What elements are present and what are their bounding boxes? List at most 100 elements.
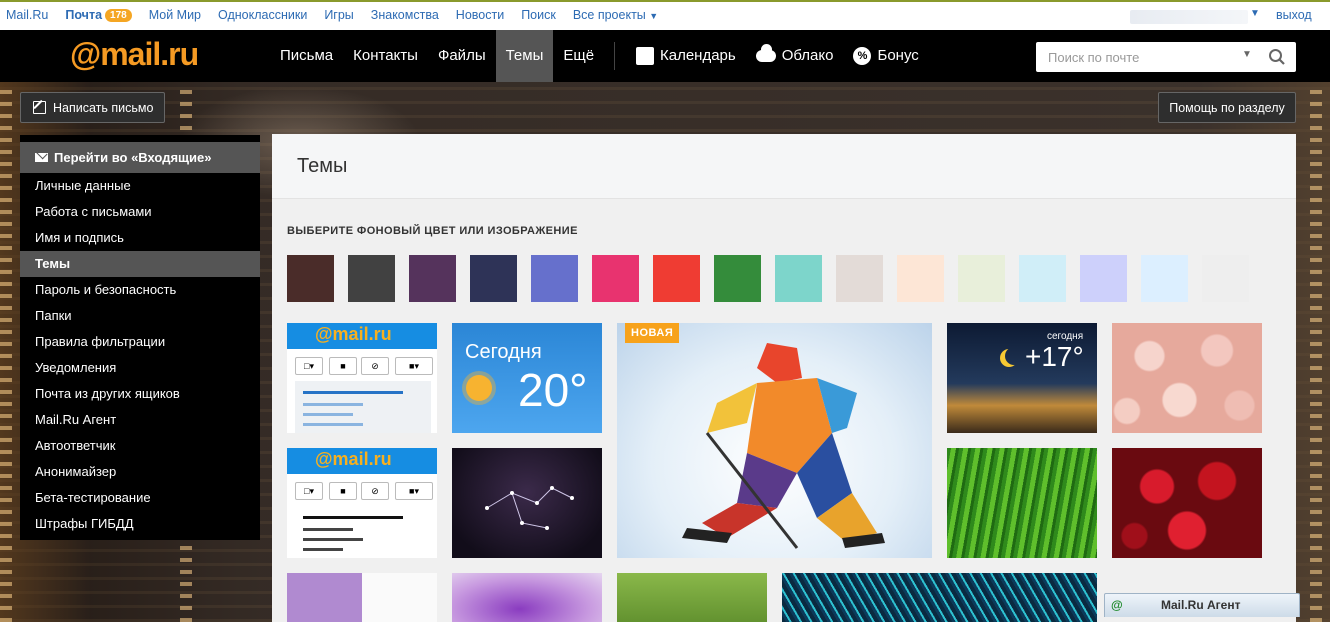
cloud-icon [755, 44, 776, 62]
preview-checkbox-button: □▾ [295, 357, 323, 375]
panel-header [272, 134, 1296, 199]
main-nav: Письма Контакты Файлы Темы Ещё [270, 30, 604, 82]
color-swatch[interactable] [714, 255, 761, 302]
portal-link-moymir[interactable]: Мой Мир [149, 8, 201, 22]
preview-line [303, 538, 363, 541]
theme-tile-weather-night[interactable]: сегодня +17° [947, 323, 1097, 433]
constellation-image [485, 486, 574, 530]
mailru-agent-bar[interactable]: @ Mail.Ru Агент [1104, 593, 1300, 617]
color-swatch[interactable] [409, 255, 456, 302]
color-swatch[interactable] [958, 255, 1005, 302]
theme-tile-grass[interactable] [947, 448, 1097, 558]
nav-themes[interactable]: Темы [495, 30, 554, 82]
sidebar-item-security[interactable]: Пароль и безопасность [20, 277, 260, 303]
portal-link-mail[interactable]: Почта 178 [65, 8, 132, 22]
color-swatch[interactable] [1202, 255, 1249, 302]
sun-icon [466, 375, 492, 401]
theme-tile-hockey[interactable]: НОВАЯ [617, 323, 932, 558]
moon-icon [1005, 347, 1023, 365]
sidebar-item-beta[interactable]: Бета-тестирование [20, 485, 260, 511]
search-input[interactable] [1046, 49, 1240, 66]
chevron-down-icon[interactable]: ▼ [1250, 8, 1260, 19]
color-swatch[interactable] [348, 255, 395, 302]
nav-cloud[interactable]: Облако [755, 30, 834, 82]
preview-logo: @mail.ru [315, 449, 392, 469]
color-swatch[interactable] [1019, 255, 1066, 302]
portal-links: Mail.Ru Почта 178 Мой Мир Одноклассники И… [6, 8, 675, 22]
portal-link-mailru[interactable]: Mail.Ru [6, 8, 48, 22]
color-swatch[interactable] [1141, 255, 1188, 302]
nav-more[interactable]: Ещё [553, 30, 604, 82]
preview-line [303, 403, 363, 406]
trash-icon: ■ [329, 482, 357, 500]
logout-link[interactable]: выход [1276, 8, 1312, 22]
sidebar-item-filters[interactable]: Правила фильтрации [20, 329, 260, 355]
sidebar-item-themes[interactable]: Темы [20, 251, 260, 277]
calendar-icon: 27 [636, 33, 654, 65]
weather-temp: 20° [518, 364, 588, 416]
sidebar-item-other-mailboxes[interactable]: Почта из других ящиков [20, 381, 260, 407]
nav-bonus-label: Бонус [877, 47, 919, 64]
color-swatch[interactable] [897, 255, 944, 302]
sidebar-item-folders[interactable]: Папки [20, 303, 260, 329]
mailru-logo[interactable]: @mail.ru [70, 36, 199, 73]
account-email[interactable] [1130, 10, 1248, 24]
portal-link-ok[interactable]: Одноклассники [218, 8, 307, 22]
compose-button[interactable]: Написать письмо [20, 92, 165, 123]
sidebar-item-agent[interactable]: Mail.Ru Агент [20, 407, 260, 433]
color-swatch[interactable] [592, 255, 639, 302]
theme-tile-red-roses[interactable] [1112, 448, 1262, 558]
theme-tile-default-light[interactable]: @mail.ru □▾ ■ ⊘ ■▾ [287, 448, 437, 558]
portal-link-dating[interactable]: Знакомства [371, 8, 439, 22]
color-swatch[interactable] [531, 255, 578, 302]
header-bar: @mail.ru Письма Контакты Файлы Темы Ещё … [0, 30, 1330, 82]
folder-icon: ■▾ [395, 482, 433, 500]
nav-contacts[interactable]: Контакты [343, 30, 428, 82]
portal-link-search[interactable]: Поиск [521, 8, 556, 22]
sidebar-item-fines[interactable]: Штрафы ГИБДД [20, 511, 260, 537]
nav-cloud-label: Облако [781, 47, 834, 64]
color-swatch[interactable] [470, 255, 517, 302]
nav-files[interactable]: Файлы [428, 30, 496, 82]
color-swatch[interactable] [836, 255, 883, 302]
sidebar-item-mail-work[interactable]: Работа с письмами [20, 199, 260, 225]
search-icon[interactable] [1268, 48, 1286, 66]
folder-icon: ■▾ [395, 357, 433, 375]
preview-line [303, 516, 403, 519]
new-badge: НОВАЯ [625, 323, 680, 343]
color-swatch[interactable] [653, 255, 700, 302]
hockey-player-image [682, 343, 885, 549]
go-to-inbox[interactable]: Перейти во «Входящие» [20, 142, 260, 173]
sidebar-item-notifications[interactable]: Уведомления [20, 355, 260, 381]
theme-tile-constellation[interactable] [452, 448, 602, 558]
nav-letters[interactable]: Письма [270, 30, 343, 82]
theme-tile-crocus[interactable] [452, 573, 602, 622]
preview-line [303, 413, 353, 416]
service-nav: 27 Календарь Облако % Бонус [636, 30, 939, 82]
compose-icon [33, 101, 46, 114]
sidebar-item-personal[interactable]: Личные данные [20, 173, 260, 199]
color-swatch[interactable] [775, 255, 822, 302]
portal-link-news[interactable]: Новости [456, 8, 504, 22]
sidebar-item-autoreply[interactable]: Автоответчик [20, 433, 260, 459]
theme-tile-pink-roses[interactable] [1112, 323, 1262, 433]
color-swatch[interactable] [1080, 255, 1127, 302]
theme-tile-crocus-daisy[interactable] [287, 573, 437, 622]
bonus-icon: % [853, 47, 872, 65]
chevron-down-icon[interactable]: ▼ [1242, 49, 1252, 60]
go-to-inbox-label: Перейти во «Входящие» [54, 150, 212, 165]
nav-calendar[interactable]: 27 Календарь [636, 30, 736, 82]
nav-bonus[interactable]: % Бонус [853, 30, 919, 82]
preview-list [295, 381, 431, 433]
color-swatch[interactable] [287, 255, 334, 302]
sidebar-item-signature[interactable]: Имя и подпись [20, 225, 260, 251]
theme-tile-default-blue[interactable]: @mail.ru □▾ ■ ⊘ ■▾ [287, 323, 437, 433]
portal-link-games[interactable]: Игры [324, 8, 353, 22]
help-button[interactable]: Помощь по разделу [1158, 92, 1296, 123]
sidebar-item-anonymizer[interactable]: Анонимайзер [20, 459, 260, 485]
theme-tile-kittens[interactable] [617, 573, 767, 622]
trash-icon: ■ [329, 357, 357, 375]
theme-tile-spruce[interactable] [782, 573, 1097, 622]
nav-calendar-label: Календарь [660, 47, 736, 64]
theme-tile-weather-day[interactable]: Сегодня 20° [452, 323, 602, 433]
